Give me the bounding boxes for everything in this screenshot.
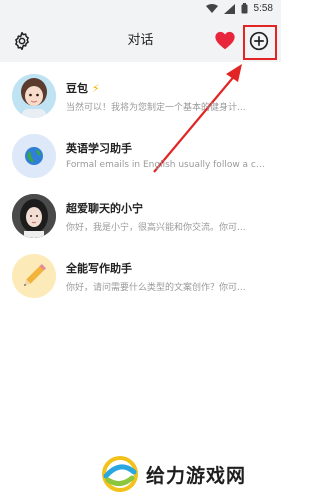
chat-name: 英语学习助手 (66, 142, 132, 155)
chat-item-writing-assistant[interactable]: 全能写作助手 你好，请问需要什么类型的文案创作？你可... (0, 246, 281, 306)
chat-name: 豆包 ⚡ (66, 82, 100, 95)
wifi-icon (205, 3, 218, 13)
status-time: 5:58 (253, 3, 273, 14)
chat-preview: Formal emails in English usually follow … (66, 160, 266, 170)
heart-icon (215, 31, 235, 50)
chat-name: 全能写作助手 (66, 262, 132, 275)
highlight-box (243, 25, 277, 60)
chat-preview: 你好，请问需要什么类型的文案创作？你可... (66, 283, 246, 293)
avatar (12, 134, 56, 178)
signal-icon (223, 3, 235, 14)
status-icons: 5:58 (205, 3, 273, 14)
avatar (12, 254, 56, 298)
watermark-text: 给力游戏网 (146, 464, 247, 487)
battery-icon (241, 3, 248, 14)
avatar (12, 194, 56, 238)
chat-preview: 你好，我是小宁，很高兴能和你交流。你可... (66, 223, 246, 233)
watermark-logo-icon (102, 456, 138, 492)
chat-item-xiaoning[interactable]: 超爱聊天的小宁 你好，我是小宁，很高兴能和你交流。你可... (0, 186, 281, 246)
globe-avatar-image (12, 134, 56, 178)
watermark: 给力游戏网 (100, 454, 246, 494)
xiaoning-avatar-image (12, 194, 56, 238)
chat-preview: 当然可以！我将为您制定一个基本的健身计... (66, 103, 246, 113)
chat-name: 超爱聊天的小宁 (66, 202, 143, 215)
doubao-avatar-image (12, 74, 56, 118)
lightning-icon: ⚡ (91, 82, 100, 95)
favorite-button[interactable] (214, 30, 236, 52)
chat-item-doubao[interactable]: 豆包 ⚡ 当然可以！我将为您制定一个基本的健身计... (0, 66, 281, 126)
avatar (12, 74, 56, 118)
pencil-icon (12, 254, 56, 298)
status-bar: 5:58 (0, 0, 281, 20)
chat-item-english-assistant[interactable]: 英语学习助手 Formal emails in English usually … (0, 126, 281, 186)
